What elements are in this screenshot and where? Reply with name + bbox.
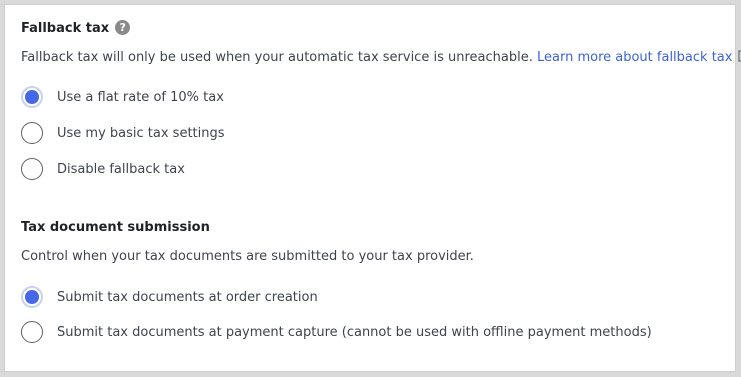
radio-button-payment-capture[interactable] bbox=[21, 321, 43, 343]
radio-option-basic-settings[interactable]: Use my basic tax settings bbox=[21, 121, 225, 145]
radio-label-disable-fallback: Disable fallback tax bbox=[57, 161, 185, 177]
radio-button-basic-settings[interactable] bbox=[21, 122, 43, 144]
radio-label-flat-rate: Use a flat rate of 10% tax bbox=[57, 89, 224, 105]
fallback-tax-title: Fallback tax bbox=[21, 21, 110, 36]
fallback-tax-description: Fallback tax will only be used when your… bbox=[21, 49, 741, 67]
radio-option-order-creation[interactable]: Submit tax documents at order creation bbox=[21, 285, 318, 309]
learn-more-fallback-link[interactable]: Learn more about fallback tax bbox=[537, 50, 741, 65]
question-circle-icon[interactable]: ? bbox=[115, 20, 131, 35]
learn-more-link-text: Learn more about fallback tax bbox=[536, 50, 733, 65]
radio-button-order-creation[interactable] bbox=[21, 286, 43, 308]
tax-document-submission-heading: Tax document submission bbox=[21, 220, 210, 235]
tax-settings-panel: Fallback tax? Fallback tax will only be … bbox=[4, 4, 741, 372]
radio-option-flat-rate[interactable]: Use a flat rate of 10% tax bbox=[21, 85, 224, 109]
tax-document-submission-description: Control when your tax documents are subm… bbox=[21, 249, 474, 264]
radio-label-payment-capture: Submit tax documents at payment capture … bbox=[57, 324, 652, 340]
radio-button-disable-fallback[interactable] bbox=[21, 158, 43, 180]
fallback-description-text: Fallback tax will only be used when your… bbox=[21, 50, 533, 65]
radio-option-payment-capture[interactable]: Submit tax documents at payment capture … bbox=[21, 320, 652, 344]
radio-button-flat-rate[interactable] bbox=[21, 86, 43, 108]
external-link-icon bbox=[737, 49, 741, 67]
radio-label-order-creation: Submit tax documents at order creation bbox=[57, 289, 318, 305]
radio-option-disable-fallback[interactable]: Disable fallback tax bbox=[21, 157, 185, 181]
fallback-tax-heading: Fallback tax? bbox=[21, 20, 131, 36]
radio-label-basic-settings: Use my basic tax settings bbox=[57, 125, 225, 141]
